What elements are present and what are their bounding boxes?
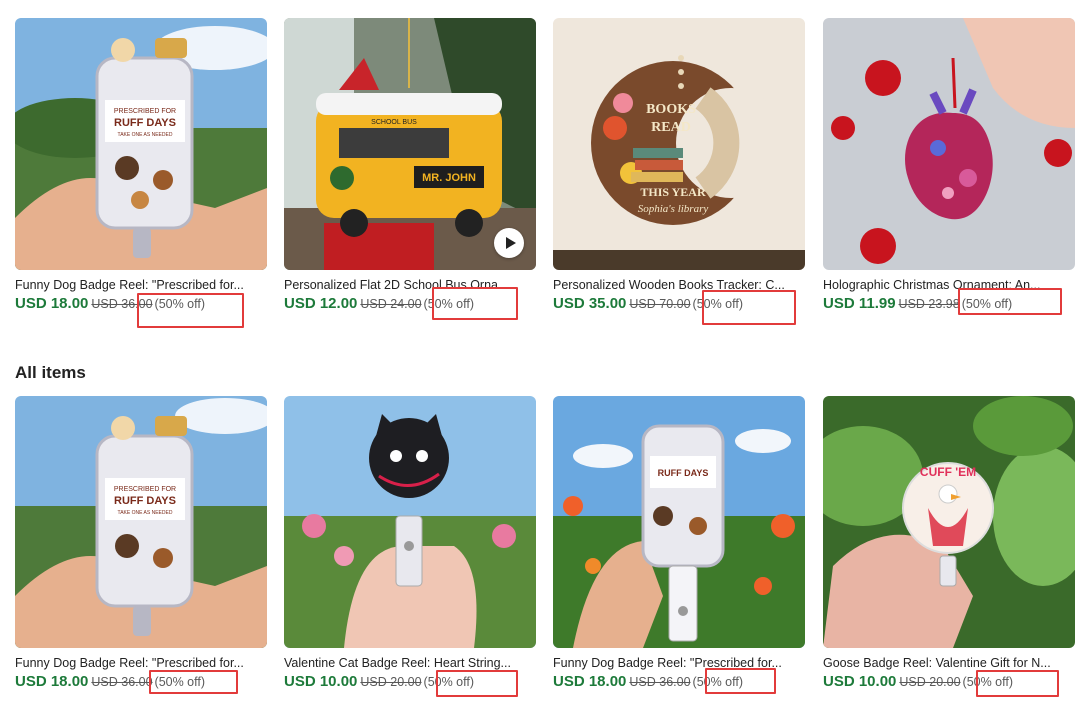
product-card[interactable]: Valentine Cat Badge Reel: Heart String..… (284, 396, 536, 690)
product-card[interactable]: MR. JOHN SCHOOL BUS Personalized Flat 2D… (284, 18, 536, 312)
discount-highlight-box (705, 668, 776, 694)
books-mid: READ (651, 120, 691, 135)
sale-price: USD 12.00 (284, 295, 358, 312)
product-title[interactable]: Funny Dog Badge Reel: "Prescribed for... (15, 278, 267, 292)
product-image[interactable]: PRESCRIBED FOR RUFF DAYS TAKE ONE AS NEE… (15, 396, 267, 648)
product-image[interactable]: CUFF 'EM (823, 396, 1075, 648)
original-price: USD 20.00 (360, 675, 422, 689)
product-card[interactable]: BOOKS READ THIS YEAR Sophia's library Pe… (553, 18, 805, 312)
discount-highlight-box (137, 293, 244, 328)
discount-highlight-box (149, 670, 238, 694)
discount-highlight-box (432, 287, 518, 320)
product-image[interactable]: PRESCRIBED FOR RUFF DAYS TAKE ONE AS NEE… (15, 18, 267, 270)
product-image[interactable]: BOOKS READ THIS YEAR Sophia's library (553, 18, 805, 270)
product-card[interactable]: CUFF 'EM Goose Badge Reel: Valentine Gif… (823, 396, 1075, 690)
original-price: USD 23.98 (898, 297, 960, 311)
sale-price: USD 18.00 (15, 295, 89, 312)
discount-highlight-box (436, 670, 518, 697)
product-image[interactable] (284, 396, 536, 648)
play-video-icon[interactable] (494, 228, 524, 258)
original-price: USD 70.00 (629, 297, 691, 311)
product-card[interactable]: Holographic Christmas Ornament: An... US… (823, 18, 1075, 312)
original-price: USD 36.00 (629, 675, 691, 689)
product-image[interactable]: RUFF DAYS (553, 396, 805, 648)
product-image[interactable] (823, 18, 1075, 270)
jar-big: RUFF DAYS (114, 495, 176, 507)
books-top: BOOKS (646, 102, 696, 117)
section-heading: All items (15, 363, 86, 382)
bus-name: MR. JOHN (422, 172, 476, 184)
product-card[interactable]: RUFF DAYS Funny Dog Badge Reel: "Prescri… (553, 396, 805, 690)
sale-price: USD 35.00 (553, 295, 627, 312)
jar-sub: TAKE ONE AS NEEDED (118, 132, 173, 138)
sale-price: USD 11.99 (823, 295, 896, 312)
product-title[interactable]: Valentine Cat Badge Reel: Heart String..… (284, 656, 536, 670)
product-card[interactable]: PRESCRIBED FOR RUFF DAYS TAKE ONE AS NEE… (15, 396, 267, 690)
jar-big: RUFF DAYS (658, 468, 709, 478)
original-price: USD 20.00 (899, 675, 961, 689)
sale-price: USD 10.00 (284, 673, 358, 690)
original-price: USD 24.00 (360, 297, 422, 311)
sale-price: USD 18.00 (553, 673, 627, 690)
discount-highlight-box (702, 290, 796, 325)
sale-price: USD 18.00 (15, 673, 89, 690)
product-title[interactable]: Funny Dog Badge Reel: "Prescribed for... (15, 656, 267, 670)
books-year: THIS YEAR (640, 185, 706, 199)
jar-title: PRESCRIBED FOR (114, 108, 176, 115)
discount-highlight-box (976, 670, 1059, 697)
product-title[interactable]: Goose Badge Reel: Valentine Gift for N..… (823, 656, 1075, 670)
product-image[interactable]: MR. JOHN SCHOOL BUS (284, 18, 536, 270)
original-price: USD 36.00 (91, 675, 153, 689)
goose-text: CUFF 'EM (920, 465, 976, 479)
jar-sub: TAKE ONE AS NEEDED (118, 510, 173, 516)
jar-title: PRESCRIBED FOR (114, 486, 176, 493)
product-card[interactable]: PRESCRIBED FOR RUFF DAYS TAKE ONE AS NEE… (15, 18, 267, 312)
jar-big: RUFF DAYS (114, 117, 176, 129)
sale-price: USD 10.00 (823, 673, 897, 690)
discount-highlight-box (958, 288, 1062, 315)
bus-sign: SCHOOL BUS (371, 119, 417, 126)
books-owner: Sophia's library (638, 203, 709, 215)
